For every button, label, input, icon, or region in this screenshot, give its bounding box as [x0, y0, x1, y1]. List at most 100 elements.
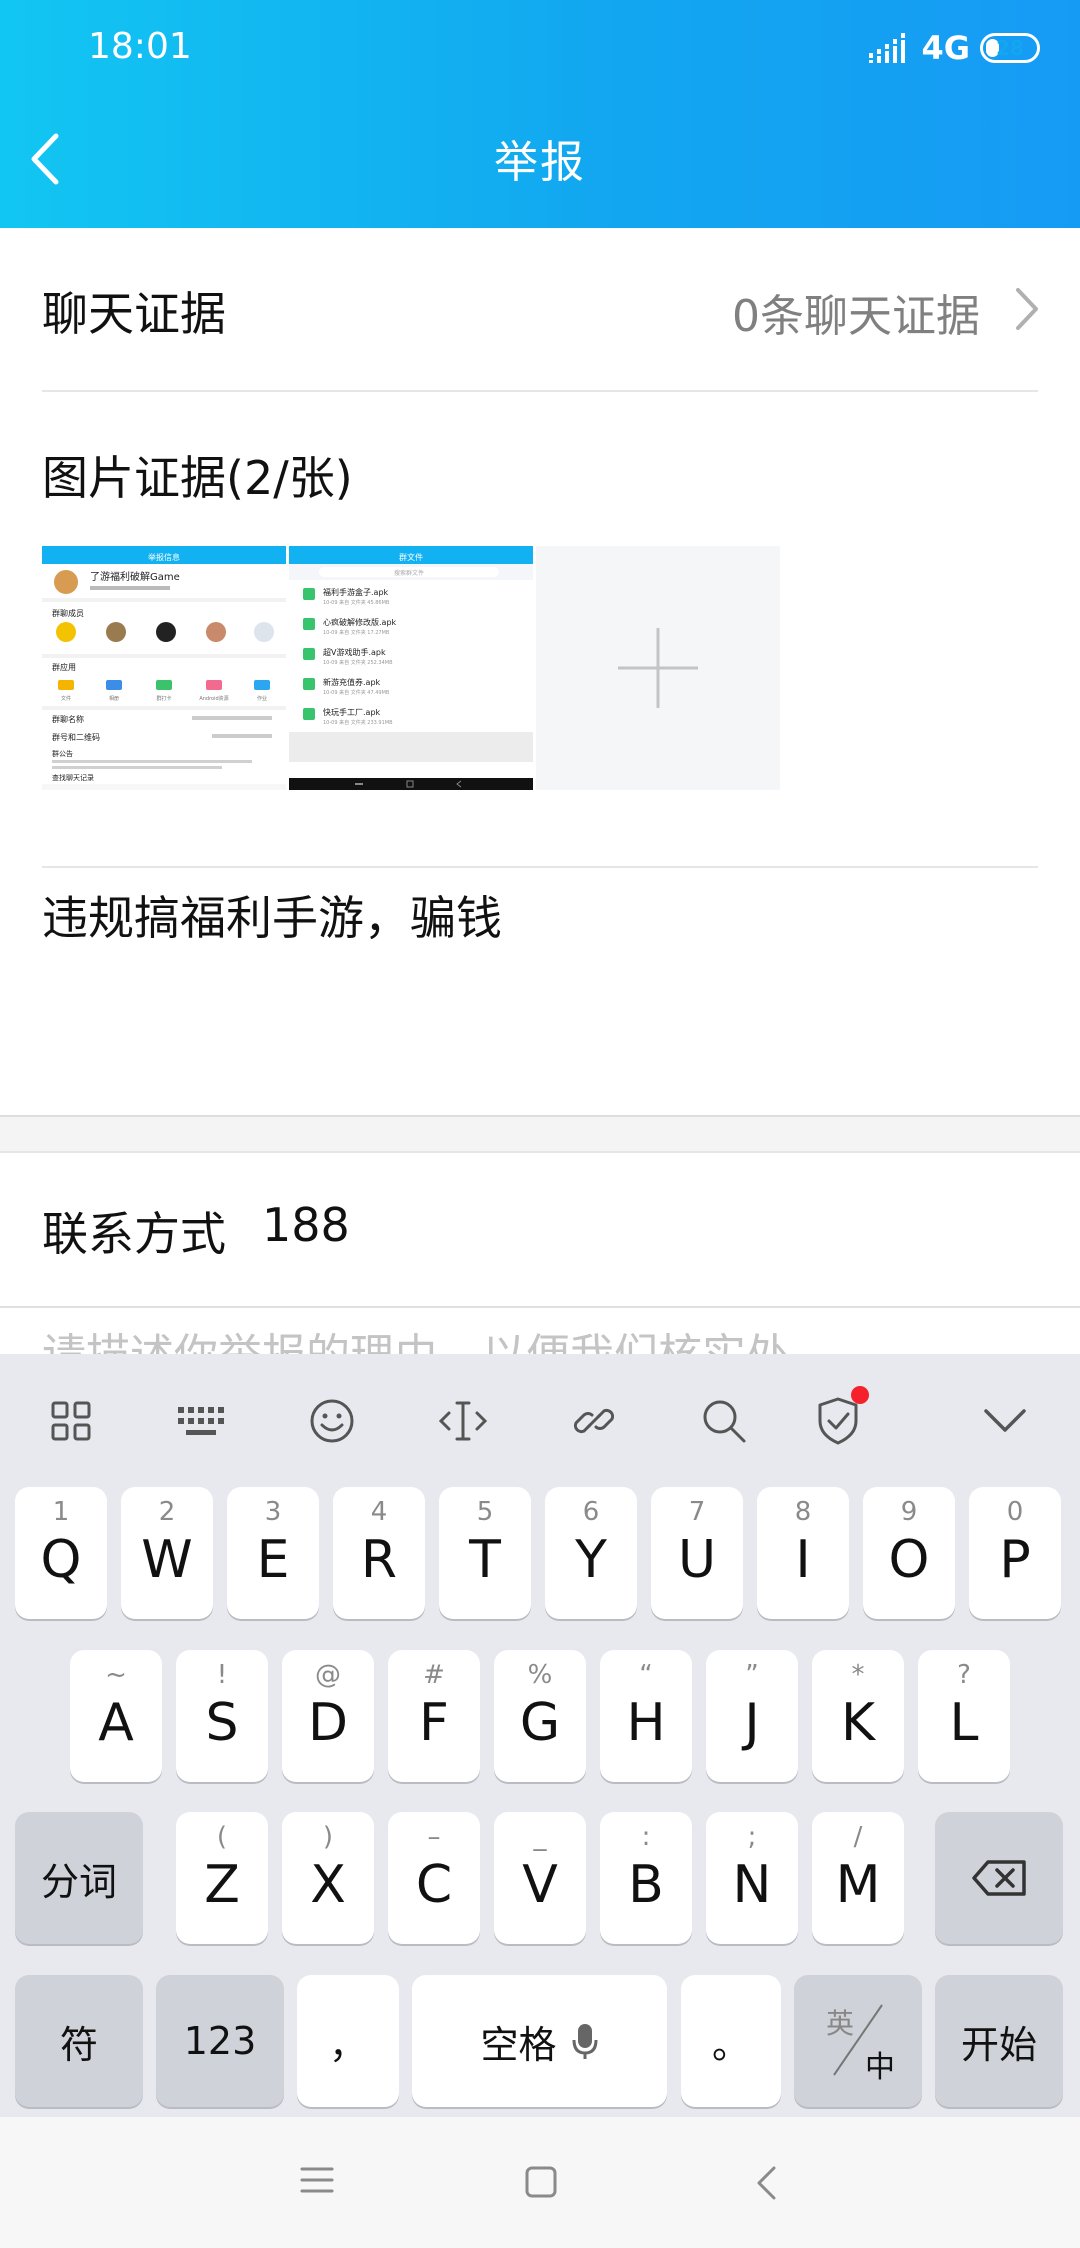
battery-percent: 28: [996, 36, 1024, 60]
evidence-thumbnail-1[interactable]: 举报信息 了游福利破解Game 群聊成员 群应用 文件 相册 群打卡 Andro…: [42, 546, 286, 790]
thumb2-file-1-meta: 10-09 来自 文件夹 45.86MB: [323, 599, 390, 606]
segment-key[interactable]: 分词: [15, 1812, 143, 1944]
chat-evidence-count: 0条聊天证据: [732, 291, 980, 342]
thumb1-app-2: 相册: [109, 695, 119, 702]
key-i[interactable]: 8I: [757, 1487, 849, 1619]
key-d[interactable]: @ D: [282, 1650, 374, 1782]
thumb2-file-2-meta: 10-09 来自 文件夹 17.27MB: [323, 629, 390, 636]
key-l[interactable]: ? L: [918, 1650, 1010, 1782]
key-t[interactable]: 5T: [439, 1487, 531, 1619]
chevron-right-icon: [1016, 288, 1038, 330]
contact-input[interactable]: 188: [262, 1198, 350, 1264]
thumb1-section-1: 群聊成员: [52, 608, 84, 618]
key-j[interactable]: ” J: [706, 1650, 798, 1782]
cursor-button[interactable]: [428, 1386, 498, 1456]
key-k[interactable]: * K: [812, 1650, 904, 1782]
signal-icon: [869, 33, 911, 63]
period-key[interactable]: 。: [681, 1975, 781, 2107]
hide-keyboard-button[interactable]: [970, 1386, 1040, 1456]
key-q[interactable]: 1Q: [15, 1487, 107, 1619]
key-e[interactable]: 3E: [227, 1487, 319, 1619]
key-o[interactable]: 9O: [863, 1487, 955, 1619]
add-image-button[interactable]: [536, 546, 780, 790]
battery-icon: 28: [980, 33, 1040, 63]
key-z[interactable]: (Z: [176, 1812, 268, 1944]
key-h[interactable]: “H: [600, 1650, 692, 1782]
thumb1-section-5: 群公告: [52, 749, 73, 758]
space-label: 空格: [480, 2022, 557, 2067]
thumb1-app-4: Android资源: [199, 695, 228, 702]
key-c[interactable]: – C: [388, 1812, 480, 1944]
search-icon: [703, 1400, 746, 1443]
symbol-key[interactable]: 符: [15, 1975, 143, 2107]
thumb1-app-3: 群打卡: [156, 695, 171, 702]
keyboard-toolbar: [0, 1354, 1080, 1484]
key-m[interactable]: / M: [812, 1812, 904, 1944]
network-type: 4G: [921, 29, 970, 67]
key-a[interactable]: ~ A: [70, 1650, 162, 1782]
thumb2-file-4-meta: 10-09 来自 文件夹 47.49MB: [323, 689, 390, 696]
grid-menu-button[interactable]: [36, 1386, 106, 1456]
thumb1-footer: 查找聊天记录: [52, 773, 94, 782]
chat-evidence-row[interactable]: 聊天证据 0条聊天证据: [0, 228, 1080, 390]
security-button[interactable]: [803, 1386, 873, 1456]
chevron-down-icon: [984, 1409, 1026, 1432]
start-key[interactable]: 开始: [935, 1975, 1063, 2107]
search-button[interactable]: [689, 1386, 759, 1456]
key-s[interactable]: ! S: [176, 1650, 268, 1782]
status-icons: 4G 28: [869, 26, 1040, 70]
emoji-button[interactable]: [297, 1386, 367, 1456]
back-triangle-icon: [757, 2166, 776, 2200]
evidence-thumbnail-2[interactable]: 群文件 搜索群文件 福利手游盒子.apk 10-09 来自 文件夹 45.86M…: [289, 546, 533, 790]
thumb2-file-5-meta: 10-09 来自 文件夹 233.91MB: [323, 719, 393, 726]
section-gap: [0, 1115, 1080, 1153]
thumb2-file-1: 福利手游盒子.apk: [323, 587, 389, 597]
divider: [42, 390, 1038, 392]
home-square-icon: [525, 2166, 557, 2198]
backspace-key[interactable]: [935, 1812, 1063, 1944]
page-title: 举报: [494, 137, 586, 188]
thumb2-search: 搜索群文件: [394, 569, 424, 577]
back-nav-button[interactable]: [754, 2165, 778, 2205]
key-w[interactable]: 2W: [121, 1487, 213, 1619]
clipboard-button[interactable]: [559, 1386, 629, 1456]
space-key[interactable]: 空格: [412, 1975, 667, 2107]
thumb1-app-1: 文件: [61, 695, 71, 702]
number-key[interactable]: 123: [156, 1975, 284, 2107]
key-n[interactable]: ; N: [706, 1812, 798, 1944]
report-description-input[interactable]: 违规搞福利手游，骗钱: [42, 882, 502, 948]
divider: [0, 1306, 1080, 1308]
key-v[interactable]: _ V: [494, 1812, 586, 1944]
image-evidence-label: 图片证据(2/张): [42, 451, 353, 505]
home-nav-button[interactable]: [524, 2165, 558, 2203]
screenshot-group-files: 群文件 搜索群文件 福利手游盒子.apk 10-09 来自 文件夹 45.86M…: [289, 546, 533, 790]
key-f[interactable]: # F: [388, 1650, 480, 1782]
keyboard-icon: [178, 1407, 224, 1435]
contact-label: 联系方式: [42, 1207, 226, 1261]
divider: [42, 866, 1038, 868]
key-p[interactable]: 0P: [969, 1487, 1061, 1619]
grid-icon: [51, 1401, 91, 1441]
backspace-icon: [972, 1860, 1026, 1896]
thumb2-file-4: 新游充值券.apk: [323, 677, 381, 687]
thumb2-file-3-meta: 10-09 来自 文件夹 252.34MB: [323, 659, 393, 666]
language-switch-key[interactable]: 英 中: [794, 1975, 922, 2107]
key-r[interactable]: 4R: [333, 1487, 425, 1619]
thumb2-file-3: 超V游戏助手.apk: [323, 647, 386, 657]
key-x[interactable]: ) X: [282, 1812, 374, 1944]
key-b[interactable]: :B: [600, 1812, 692, 1944]
key-u[interactable]: 7U: [651, 1487, 743, 1619]
status-time: 18:01: [88, 26, 192, 67]
thumb2-file-5: 快玩手工厂.apk: [323, 707, 381, 717]
thumb2-title: 群文件: [399, 552, 423, 562]
keyboard-layout-button[interactable]: [166, 1386, 236, 1456]
key-g[interactable]: % G: [494, 1650, 586, 1782]
microphone-icon: [572, 2024, 597, 2059]
contact-row[interactable]: 联系方式 188: [42, 1198, 350, 1264]
key-y[interactable]: 6Y: [545, 1487, 637, 1619]
comma-key[interactable]: ，: [297, 1975, 399, 2107]
menu-nav-button[interactable]: [300, 2165, 334, 2199]
hint-text: 请描述你举报的理由，以便我们核实处理: [42, 1330, 790, 1356]
thumb1-section-4: 群号和二维码: [52, 732, 100, 742]
soft-keyboard: 1Q 2W 3E 4R 5T 6Y 7U 8I 9O 0P ~ A ! S @ D #…: [0, 1354, 1080, 2117]
